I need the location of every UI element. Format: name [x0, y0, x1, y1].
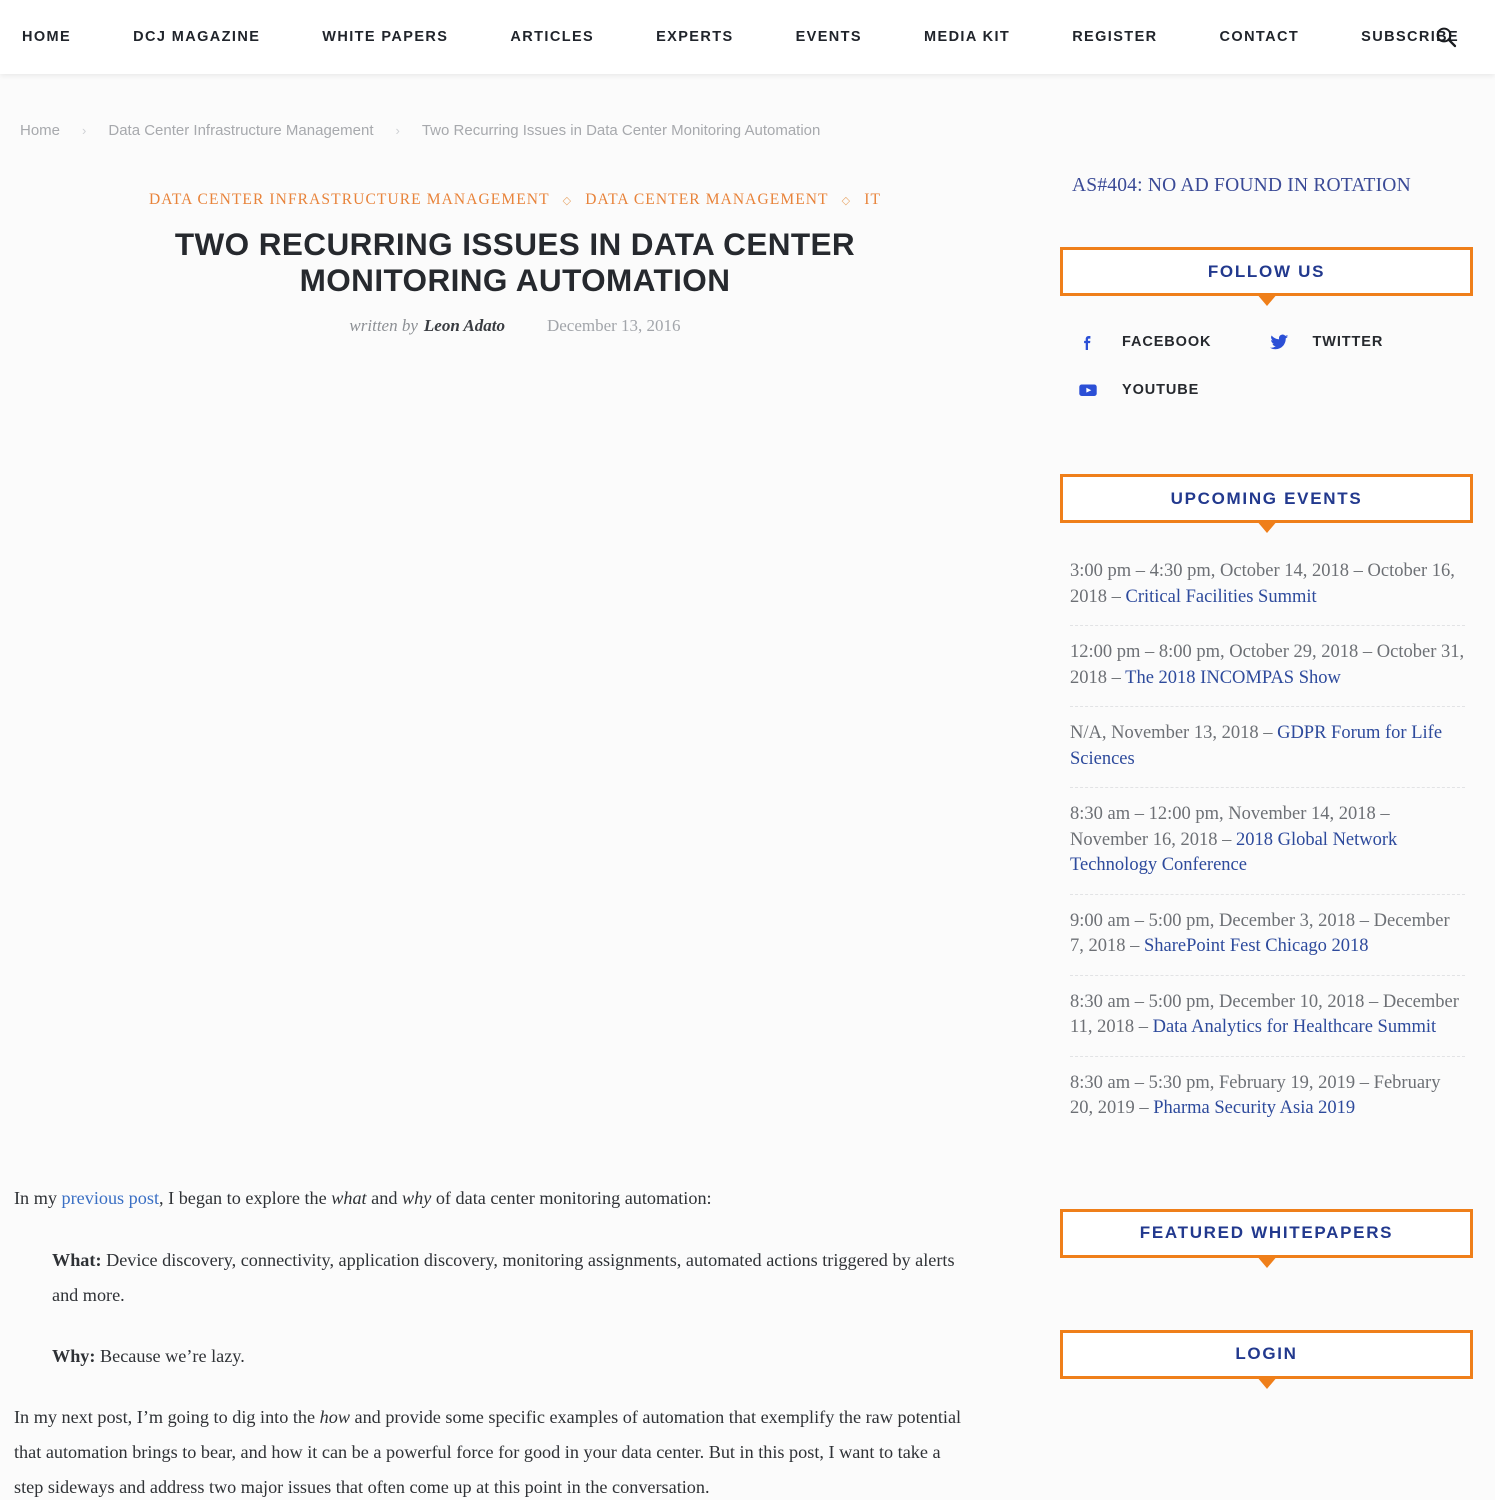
article-paragraph-intro: In my previous post, I began to explore … [14, 1181, 968, 1216]
breadcrumb: Home › Data Center Infrastructure Manage… [0, 74, 1495, 139]
twitter-icon [1267, 330, 1291, 354]
article-header: DATA CENTER INFRASTRUCTURE MANAGEMENT ◇ … [0, 139, 1030, 336]
widget-upcoming-events: UPCOMING EVENTS 3:00 pm – 4:30 pm, Octob… [1060, 474, 1473, 1137]
nav-item-media-kit[interactable]: MEDIA KIT [893, 29, 1041, 45]
main-navigation-bar: HOME DCJ MAGAZINE WHITE PAPERS ARTICLES … [0, 0, 1495, 74]
youtube-icon [1076, 378, 1100, 402]
intro-text-pre: In my [14, 1188, 62, 1209]
list-item: 8:30 am – 5:30 pm, February 19, 2019 – F… [1070, 1057, 1465, 1137]
intro-text-mid: , I began to explore the [159, 1188, 332, 1209]
article-byline: written by Leon Adato December 13, 2016 [70, 316, 960, 336]
widget-login: LOGIN [1060, 1329, 1473, 1379]
emphasis-what: what [331, 1188, 367, 1209]
widget-featured-whitepapers: FEATURED WHITEPAPERS [1060, 1208, 1473, 1258]
written-by-label: written by [349, 316, 418, 336]
event-link[interactable]: Data Analytics for Healthcare Summit [1153, 1017, 1437, 1037]
nav-item-register[interactable]: REGISTER [1041, 29, 1188, 45]
article-body: In my previous post, I began to explore … [0, 1181, 1030, 1500]
widget-upcoming-events-title: UPCOMING EVENTS [1170, 488, 1363, 508]
widget-login-header: LOGIN [1060, 1329, 1473, 1379]
list-item: 8:30 am – 5:00 pm, December 10, 2018 – D… [1070, 976, 1465, 1057]
social-label-youtube: YOUTUBE [1122, 382, 1200, 398]
next-post-text-pre: In my next post, I’m going to dig into t… [14, 1407, 320, 1428]
article-column: DATA CENTER INFRASTRUCTURE MANAGEMENT ◇ … [0, 139, 1030, 1500]
ad-slot-notice[interactable]: AS#404: NO AD FOUND IN ROTATION [1072, 175, 1473, 197]
social-label-twitter: TWITTER [1312, 334, 1384, 350]
search-icon[interactable] [1433, 24, 1459, 50]
page-title: TWO RECURRING ISSUES IN DATA CENTER MONI… [174, 226, 856, 299]
social-link-twitter[interactable]: TWITTER [1267, 330, 1458, 354]
list-item: 8:30 am – 12:00 pm, November 14, 2018 – … [1070, 788, 1465, 895]
widget-login-title: LOGIN [1235, 1344, 1298, 1364]
widget-featured-whitepapers-header: FEATURED WHITEPAPERS [1060, 1208, 1473, 1258]
intro-text-and: and [366, 1188, 402, 1209]
widget-follow-us: FOLLOW US FACEBOOK TWITTER YOUTUBE [1060, 247, 1473, 402]
breadcrumb-item-home[interactable]: Home [20, 122, 60, 139]
article-paragraph-next-post: In my next post, I’m going to dig into t… [14, 1400, 968, 1500]
breadcrumb-item-current: Two Recurring Issues in Data Center Moni… [421, 122, 821, 139]
nav-item-contact[interactable]: CONTACT [1189, 29, 1331, 45]
category-separator-icon: ◇ [841, 194, 852, 207]
article-category-dcm[interactable]: DATA CENTER MANAGEMENT [585, 191, 828, 209]
publish-date: December 13, 2016 [546, 316, 681, 336]
blockquote-what-text: Device discovery, connectivity, applicat… [52, 1250, 955, 1306]
emphasis-why: why [401, 1188, 432, 1209]
event-link[interactable]: Pharma Security Asia 2019 [1153, 1098, 1355, 1118]
event-link[interactable]: SharePoint Fest Chicago 2018 [1144, 936, 1369, 956]
category-separator-icon: ◇ [562, 194, 573, 207]
author-name[interactable]: Leon Adato [424, 316, 505, 336]
social-link-youtube[interactable]: YOUTUBE [1076, 378, 1267, 402]
list-item: 3:00 pm – 4:30 pm, October 14, 2018 – Oc… [1070, 545, 1465, 627]
nav-item-events[interactable]: EVENTS [765, 29, 893, 45]
widget-follow-us-header: FOLLOW US [1060, 247, 1473, 296]
widget-follow-us-title: FOLLOW US [1207, 261, 1326, 281]
emphasis-how: how [319, 1407, 350, 1428]
article-category-it[interactable]: IT [864, 191, 881, 209]
event-link[interactable]: Critical Facilities Summit [1126, 587, 1317, 607]
nav-item-dcj-magazine[interactable]: DCJ MAGAZINE [102, 29, 291, 45]
article-category-dcim[interactable]: DATA CENTER INFRASTRUCTURE MANAGEMENT [149, 191, 550, 209]
blockquote-what-label: What: [52, 1250, 102, 1271]
events-list: 3:00 pm – 4:30 pm, October 14, 2018 – Oc… [1060, 523, 1473, 1137]
article-category-list: DATA CENTER INFRASTRUCTURE MANAGEMENT ◇ … [70, 191, 960, 209]
social-link-facebook[interactable]: FACEBOOK [1076, 330, 1267, 354]
widget-upcoming-events-header: UPCOMING EVENTS [1060, 474, 1473, 523]
breadcrumb-separator: › [395, 123, 400, 138]
breadcrumb-item-category[interactable]: Data Center Infrastructure Management [108, 122, 373, 139]
featured-image-placeholder [0, 336, 1030, 1181]
nav-item-subscribe[interactable]: SUBSCRIBE [1330, 29, 1490, 45]
blockquote-why: Why: Because we’re lazy. [52, 1339, 968, 1374]
nav-item-list: HOME DCJ MAGAZINE WHITE PAPERS ARTICLES … [22, 29, 1490, 45]
social-label-facebook: FACEBOOK [1122, 334, 1212, 350]
nav-item-articles[interactable]: ARTICLES [479, 29, 625, 45]
nav-item-home[interactable]: HOME [22, 29, 102, 45]
breadcrumb-separator: › [82, 123, 87, 138]
social-links-list: FACEBOOK TWITTER YOUTUBE [1060, 296, 1473, 402]
sidebar: AS#404: NO AD FOUND IN ROTATION FOLLOW U… [1030, 139, 1495, 1421]
nav-item-experts[interactable]: EXPERTS [625, 29, 765, 45]
article-blockquote: What: Device discovery, connectivity, ap… [14, 1243, 968, 1374]
list-item: 9:00 am – 5:00 pm, December 3, 2018 – De… [1070, 895, 1465, 976]
blockquote-why-text: Because we’re lazy. [95, 1346, 245, 1367]
blockquote-what: What: Device discovery, connectivity, ap… [52, 1243, 968, 1313]
facebook-icon [1076, 330, 1100, 354]
widget-featured-whitepapers-title: FEATURED WHITEPAPERS [1139, 1223, 1394, 1243]
event-datetime: N/A, November 13, 2018 – [1070, 723, 1278, 744]
list-item: 12:00 pm – 8:00 pm, October 29, 2018 – O… [1070, 626, 1465, 708]
intro-text-post: of data center monitoring automation: [431, 1188, 712, 1209]
nav-item-white-papers[interactable]: WHITE PAPERS [291, 29, 479, 45]
list-item: N/A, November 13, 2018 – GDPR Forum for … [1070, 707, 1465, 789]
previous-post-link[interactable]: previous post [62, 1188, 160, 1208]
blockquote-why-label: Why: [52, 1346, 96, 1367]
page-layout: DATA CENTER INFRASTRUCTURE MANAGEMENT ◇ … [0, 139, 1495, 1500]
event-link[interactable]: The 2018 INCOMPAS Show [1125, 668, 1341, 688]
